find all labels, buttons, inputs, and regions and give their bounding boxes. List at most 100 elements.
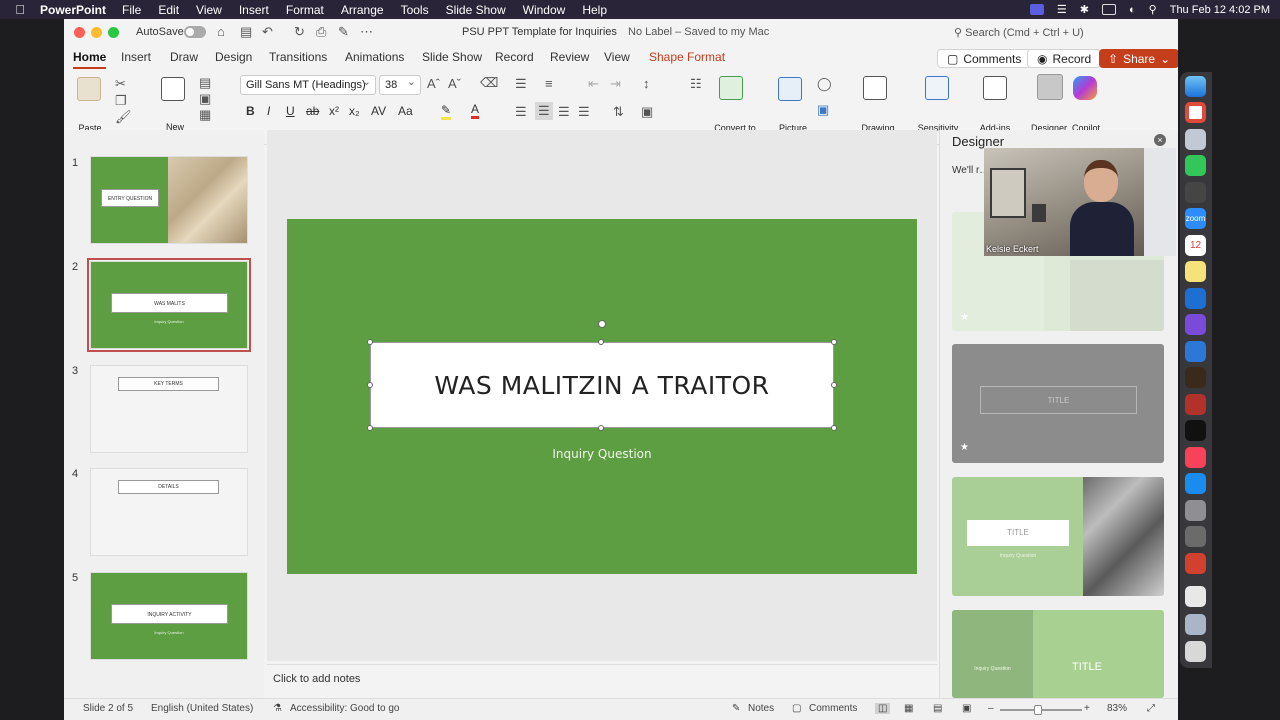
menu-edit[interactable]: Edit — [158, 3, 179, 17]
resize-handle[interactable] — [831, 382, 837, 388]
zoom-in-icon[interactable]: + — [1084, 703, 1090, 714]
close-icon[interactable]: × — [1154, 134, 1166, 146]
home-icon[interactable]: ⌂ — [217, 24, 225, 39]
slide-thumbnails-pane[interactable]: 1 ENTRY QUESTION 2 WAS MALITS Inquiry Qu… — [64, 130, 264, 698]
copilot-icon[interactable] — [1073, 76, 1097, 100]
align-right-icon[interactable]: ☰ — [558, 104, 570, 120]
resize-handle[interactable] — [367, 425, 373, 431]
resize-handle[interactable] — [367, 382, 373, 388]
justify-icon[interactable]: ☰ — [578, 104, 590, 120]
underline-icon[interactable]: U — [286, 104, 295, 118]
resize-handle[interactable] — [598, 425, 604, 431]
document-icon[interactable] — [1185, 586, 1206, 607]
trash-icon[interactable] — [1185, 641, 1206, 662]
align-center-icon[interactable]: ☰ — [535, 102, 553, 120]
comments-status-button[interactable]: Comments — [809, 703, 857, 714]
dictionary-icon[interactable] — [1185, 394, 1206, 415]
menu-format[interactable]: Format — [286, 3, 324, 17]
chrome-icon[interactable] — [1185, 102, 1206, 123]
italic-icon[interactable]: I — [267, 104, 270, 118]
settings-icon[interactable] — [1185, 500, 1206, 521]
calendar-icon[interactable]: 12 — [1185, 235, 1206, 256]
text-box-icon[interactable]: ▣ — [817, 102, 829, 118]
fit-to-window-icon[interactable]: ⤢ — [1147, 703, 1155, 714]
font-color-icon[interactable]: A — [471, 102, 480, 119]
record-button[interactable]: ◉ Record — [1027, 49, 1102, 68]
finder-icon[interactable] — [1185, 76, 1206, 97]
close-window-button[interactable] — [74, 27, 85, 38]
slide-editing-canvas[interactable]: WAS MALITZIN A TRAITOR Inquiry Question — [267, 130, 937, 661]
screen-share-icon[interactable] — [1029, 4, 1044, 15]
normal-view-icon[interactable]: ◫ — [875, 703, 891, 714]
layout-icon[interactable]: ▤ — [199, 75, 211, 91]
design-idea-card[interactable]: TITLE Inquiry Question — [952, 477, 1164, 596]
draw-icon[interactable]: ✎ — [338, 24, 349, 40]
cisco-icon[interactable] — [1185, 341, 1206, 362]
shapes-icon[interactable]: ◯ — [817, 76, 832, 92]
menu-view[interactable]: View — [196, 3, 222, 17]
tab-insert[interactable]: Insert — [121, 50, 151, 64]
font-name-combo[interactable]: Gill Sans MT (Headings) — [240, 75, 376, 95]
zoom-window-button[interactable] — [108, 27, 119, 38]
bullets-icon[interactable]: ☰ — [515, 76, 527, 92]
resize-handle[interactable] — [367, 339, 373, 345]
menu-window[interactable]: Window — [523, 3, 566, 17]
strikethrough-icon[interactable]: ab — [306, 104, 319, 118]
increase-font-icon[interactable]: Aˆ — [427, 76, 440, 91]
slide-thumbnail-1[interactable]: ENTRY QUESTION — [90, 156, 248, 244]
align-text-icon[interactable]: ▣ — [641, 104, 653, 120]
zoom-out-icon[interactable]: – — [988, 703, 994, 714]
tab-transitions[interactable]: Transitions — [269, 50, 327, 64]
control-center-icon[interactable]: ◐ — [1129, 4, 1136, 16]
video-call-tile[interactable]: Kelsie Eckert — [984, 148, 1176, 256]
character-spacing-icon[interactable]: AV — [371, 104, 386, 118]
slide-thumbnail-2[interactable]: WAS MALITS Inquiry Question — [87, 258, 251, 352]
imovie-icon[interactable] — [1185, 314, 1206, 335]
search-icon[interactable]: ⚲ — [1149, 3, 1157, 16]
document-title[interactable]: PSU PPT Template for Inquiries — [462, 26, 617, 38]
tab-review[interactable]: Review — [550, 50, 589, 64]
clear-format-icon[interactable]: ⌫ — [480, 75, 498, 91]
share-button[interactable]: ⇧ Share ⌄ — [1099, 49, 1178, 68]
more-icon[interactable]: ⋯ — [360, 24, 373, 40]
design-idea-card[interactable]: Inquiry Question TITLE — [952, 610, 1164, 698]
title-placeholder[interactable]: WAS MALITZIN A TRAITOR — [370, 342, 834, 428]
slide-sorter-icon[interactable]: ▦ — [904, 703, 913, 714]
app-menu[interactable]: PowerPoint — [40, 3, 106, 17]
highlight-icon[interactable]: ✎ — [441, 103, 452, 120]
comments-button[interactable]: ▢ Comments — [937, 49, 1032, 68]
subscript-icon[interactable]: x₂ — [349, 104, 360, 118]
slide-title-text[interactable]: WAS MALITZIN A TRAITOR — [434, 371, 769, 400]
resize-handle[interactable] — [831, 339, 837, 345]
picture-icon[interactable] — [778, 77, 802, 101]
powerpoint-icon[interactable] — [1185, 553, 1206, 574]
zoom-icon[interactable]: zoom — [1185, 208, 1206, 229]
decrease-font-icon[interactable]: Aˇ — [448, 76, 461, 91]
format-painter-icon[interactable]: 🖌 — [115, 109, 132, 125]
minimize-window-button[interactable] — [91, 27, 102, 38]
launchpad-icon[interactable] — [1185, 129, 1206, 150]
menu-arrange[interactable]: Arrange — [341, 3, 384, 17]
iphone-mirroring-icon[interactable] — [1185, 526, 1206, 547]
increase-indent-icon[interactable]: ⇥ — [610, 76, 621, 92]
undo-icon[interactable]: ↶ — [262, 24, 273, 40]
change-case-icon[interactable]: Aa — [398, 104, 413, 118]
rotate-handle[interactable] — [598, 320, 606, 328]
menu-slide-show[interactable]: Slide Show — [446, 3, 506, 17]
wifi-icon[interactable]: ☰ — [1057, 3, 1067, 16]
search-input[interactable]: ⚲ Search (Cmd + Ctrl + U) — [948, 23, 1170, 43]
garageband-icon[interactable] — [1185, 367, 1206, 388]
resize-handle[interactable] — [598, 339, 604, 345]
notes-button[interactable]: Notes — [748, 703, 774, 714]
decrease-indent-icon[interactable]: ⇤ — [588, 76, 599, 92]
align-left-icon[interactable]: ☰ — [515, 104, 527, 120]
section-icon[interactable]: ▦ — [199, 107, 211, 123]
superscript-icon[interactable]: x² — [329, 104, 339, 118]
zoom-slider[interactable] — [1000, 705, 1082, 715]
freeform-icon[interactable] — [1185, 288, 1206, 309]
autosave-toggle[interactable] — [184, 26, 206, 38]
notes-pane[interactable]: Click to add notes — [267, 664, 937, 698]
slide-thumbnail-3[interactable]: KEY TERMS — [90, 365, 248, 453]
apple-menu-icon[interactable]:  — [0, 2, 40, 17]
notes-placeholder[interactable]: Click to add notes — [273, 673, 360, 685]
